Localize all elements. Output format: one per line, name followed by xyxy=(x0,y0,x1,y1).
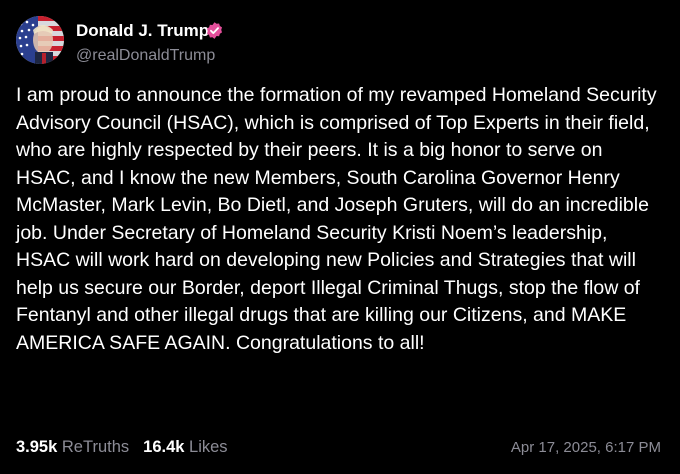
post-text: I am proud to announce the formation of … xyxy=(16,84,657,354)
post-stats: 3.95k ReTruths 16.4k Likes xyxy=(16,437,228,457)
author-display-name[interactable]: Donald J. Trump xyxy=(76,21,209,41)
post-card: Donald J. Trump @realDonaldTrump I am pr… xyxy=(0,0,680,474)
retruths-stat[interactable]: 3.95k ReTruths xyxy=(16,438,129,456)
post-timestamp[interactable]: Apr 17, 2025, 6:17 PM xyxy=(511,438,661,458)
likes-stat[interactable]: 16.4k Likes xyxy=(143,438,227,456)
likes-label: Likes xyxy=(189,438,228,456)
flag-portrait-avatar-icon xyxy=(16,16,64,64)
retruths-count: 3.95k xyxy=(16,438,58,456)
author-handle[interactable]: @realDonaldTrump xyxy=(76,46,215,66)
verified-badge-icon xyxy=(206,22,223,39)
likes-count: 16.4k xyxy=(143,438,185,456)
retruths-label: ReTruths xyxy=(61,438,130,456)
avatar[interactable] xyxy=(16,16,64,64)
